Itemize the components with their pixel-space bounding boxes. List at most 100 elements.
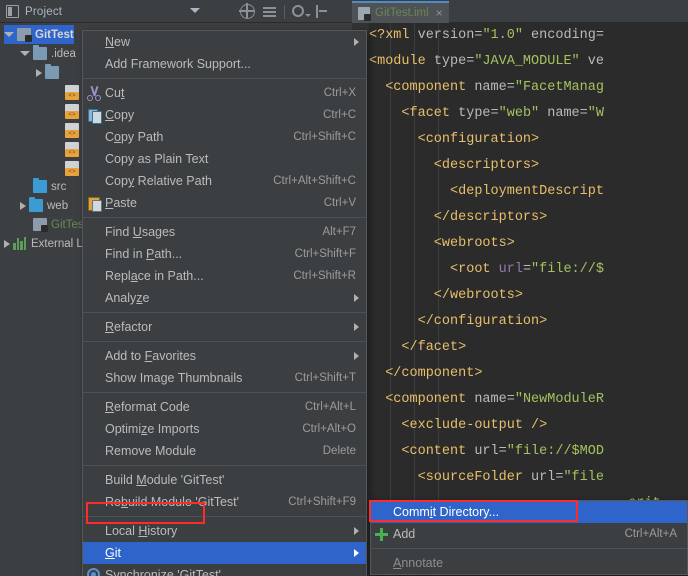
menu-item-local-history[interactable]: Local History (83, 520, 366, 542)
menu-separator (83, 312, 366, 313)
menu-item-git[interactable]: Git (83, 542, 366, 564)
menu-separator (83, 392, 366, 393)
tree-node-7[interactable] (52, 158, 83, 177)
menu-item-label: Copy Relative Path (105, 174, 212, 188)
menu-item-label: Paste (105, 196, 137, 210)
tree-node-gittest[interactable]: GitTest (4, 25, 74, 44)
menu-item-show-image-thumbnails[interactable]: Show Image ThumbnailsCtrl+Shift+T (83, 367, 366, 389)
menu-item-label: Copy as Plain Text (105, 152, 208, 166)
tree-node-idea[interactable]: .idea (20, 44, 76, 63)
editor-code-content[interactable]: <?xml version="1.0" encoding=<module typ… (369, 23, 688, 576)
menu-item-paste[interactable]: PasteCtrl+V (83, 192, 366, 214)
hide-panel-icon[interactable] (314, 4, 329, 19)
menu-item-copy-relative-path[interactable]: Copy Relative PathCtrl+Alt+Shift+C (83, 170, 366, 192)
chevron-down-icon[interactable] (190, 8, 200, 13)
tree-node-2[interactable] (36, 63, 63, 82)
menu-item-add-to-favorites[interactable]: Add to Favorites (83, 345, 366, 367)
menu-item-shortcut: Ctrl+Shift+T (295, 372, 356, 384)
menu-item-shortcut: Delete (323, 445, 356, 457)
menu-item-shortcut: Ctrl+C (323, 109, 356, 121)
cut-icon (86, 86, 102, 101)
submenu-item-label: Annotate (393, 556, 443, 570)
menu-item-new[interactable]: New (83, 31, 366, 53)
menu-item-label: Refactor (105, 320, 152, 334)
submenu-item-shortcut: Ctrl+Alt+A (625, 528, 677, 540)
folder-icon (45, 66, 59, 79)
menu-separator (371, 548, 687, 549)
menu-item-label: Optimize Imports (105, 422, 199, 436)
menu-item-replace-in-path[interactable]: Replace in Path... Ctrl+Shift+R (83, 265, 366, 287)
tree-node-6[interactable] (52, 139, 83, 158)
chevron-down-icon[interactable] (4, 32, 14, 37)
chevron-right-icon[interactable] (36, 69, 42, 77)
chevron-down-icon[interactable] (20, 51, 30, 56)
menu-item-optimize-imports[interactable]: Optimize Imports Ctrl+Alt+O (83, 418, 366, 440)
menu-item-analyze[interactable]: Analyze (83, 287, 366, 309)
menu-item-shortcut: Ctrl+Alt+L (305, 401, 356, 413)
xml-file-icon (65, 104, 79, 117)
menu-item-label: Add Framework Support... (105, 57, 251, 71)
locate-icon[interactable] (240, 4, 255, 19)
chevron-right-icon[interactable] (20, 202, 26, 210)
code-line: <component name="NewModuleR (369, 387, 688, 413)
menu-item-rebuild-module-gittest[interactable]: Rebuild Module 'GitTest'Ctrl+Shift+F9 (83, 491, 366, 513)
project-panel-icon (6, 5, 19, 18)
source-folder-icon (29, 199, 43, 212)
collapse-all-icon[interactable] (262, 4, 277, 19)
menu-item-add-framework-support[interactable]: Add Framework Support... (83, 53, 366, 75)
menu-item-label: Build Module 'GitTest' (105, 473, 224, 487)
submenu-item-add[interactable]: AddCtrl+Alt+A (371, 523, 687, 545)
tree-node-web[interactable]: web (20, 196, 68, 215)
menu-separator (83, 516, 366, 517)
close-icon[interactable]: × (436, 8, 443, 18)
code-line: <module type="JAVA_MODULE" ve (369, 49, 688, 75)
project-context-menu[interactable]: NewAdd Framework Support...CutCtrl+XCopy… (82, 30, 367, 576)
toolbar-icon-group (240, 0, 329, 23)
tree-node-label: GitTest (35, 29, 74, 41)
editor-tab-gittest-iml[interactable]: GitTest.iml × (352, 1, 449, 23)
git-submenu[interactable]: Commit Directory...AddCtrl+Alt+A Annotate (370, 500, 688, 575)
menu-item-remove-module[interactable]: Remove ModuleDelete (83, 440, 366, 462)
menu-item-label: Cut (105, 86, 124, 100)
module-icon (33, 218, 47, 231)
menu-item-copy-as-plain-text[interactable]: Copy as Plain Text (83, 148, 366, 170)
menu-item-find-usages[interactable]: Find UsagesAlt+F7 (83, 221, 366, 243)
editor-tab-label: GitTest.iml (375, 7, 429, 19)
code-line: <sourceFolder url="file (369, 465, 688, 491)
menu-item-label: Find Usages (105, 225, 175, 239)
code-line: </configuration> (369, 309, 688, 335)
menu-item-copy-path[interactable]: Copy PathCtrl+Shift+C (83, 126, 366, 148)
menu-item-reformat-code[interactable]: Reformat CodeCtrl+Alt+L (83, 396, 366, 418)
menu-item-synchronize-gittest[interactable]: Synchronize 'GitTest' (83, 564, 366, 576)
submenu-arrow-icon (354, 352, 359, 360)
chevron-right-icon[interactable] (4, 240, 10, 248)
menu-item-build-module-gittest[interactable]: Build Module 'GitTest' (83, 469, 366, 491)
menu-separator (83, 465, 366, 466)
menu-item-label: Analyze (105, 291, 149, 305)
menu-item-label: Local History (105, 524, 177, 538)
menu-item-shortcut: Ctrl+Shift+R (293, 270, 356, 282)
menu-item-copy[interactable]: Copy Ctrl+C (83, 104, 366, 126)
tree-node-src[interactable]: src (20, 177, 66, 196)
project-panel-header[interactable]: Project (0, 0, 232, 23)
menu-item-shortcut: Ctrl+Alt+O (302, 423, 356, 435)
menu-separator (83, 341, 366, 342)
tree-node-4[interactable] (52, 101, 83, 120)
tree-node-5[interactable] (52, 120, 83, 139)
menu-item-find-in-path[interactable]: Find in Path...Ctrl+Shift+F (83, 243, 366, 265)
project-panel-toolbar: Project (0, 0, 688, 23)
menu-item-label: Replace in Path... (105, 269, 204, 283)
submenu-item-commit-directory[interactable]: Commit Directory... (371, 501, 687, 523)
code-line: </webroots> (369, 283, 688, 309)
tree-node-3[interactable] (52, 82, 83, 101)
menu-item-label: Copy (105, 108, 134, 122)
code-line: </facet> (369, 335, 688, 361)
code-line: <content url="file://$MOD (369, 439, 688, 465)
code-editor[interactable]: 123456789101112131415161718192021 <?xml … (352, 23, 688, 576)
menu-item-refactor[interactable]: Refactor (83, 316, 366, 338)
menu-item-cut[interactable]: CutCtrl+X (83, 82, 366, 104)
xml-file-icon (65, 142, 79, 155)
module-icon (17, 28, 31, 41)
settings-gear-icon[interactable] (292, 4, 307, 19)
submenu-item-annotate[interactable]: Annotate (371, 552, 687, 574)
